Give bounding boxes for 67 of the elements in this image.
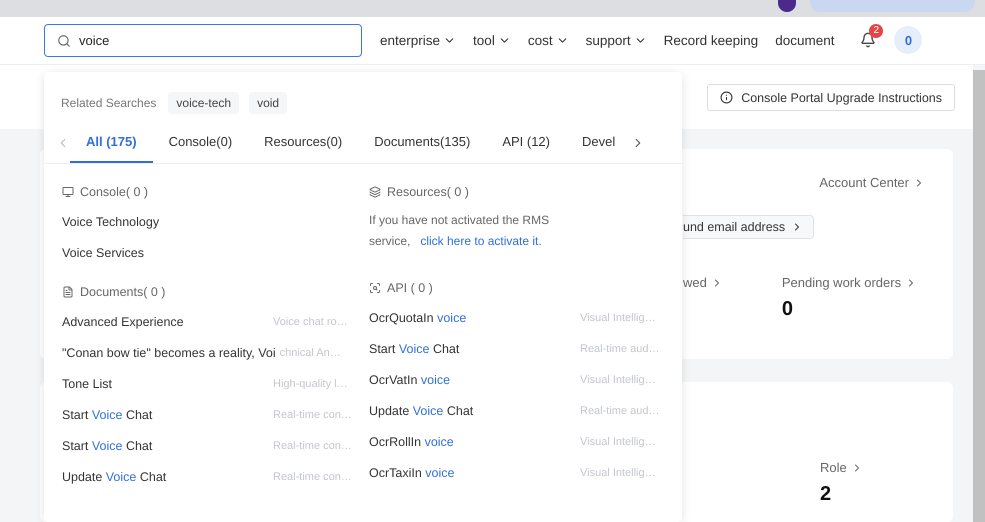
nav-menu[interactable]: tool [473, 32, 511, 48]
result-title[interactable]: OcrRollIn voice [369, 434, 454, 448]
result-description: Real-time con… [273, 470, 353, 482]
result-description: Visual Intellig… [580, 374, 657, 386]
result-title[interactable]: Update Voice Chat [62, 470, 166, 484]
search-icon [57, 34, 71, 48]
role-count: 2 [820, 483, 832, 506]
result-title[interactable]: Voice Technology [62, 214, 160, 228]
result-description: Voice chat ro… [273, 316, 349, 328]
related-searches-label: Related Searches [61, 96, 156, 110]
result-description: chnical An… [280, 346, 342, 358]
pending-orders-link[interactable]: Pending work orders [782, 275, 918, 290]
related-search-chip[interactable]: voice-tech [168, 92, 240, 114]
nav-link[interactable]: document [775, 32, 834, 48]
user-avatar[interactable]: 0 [894, 26, 922, 54]
category-tab[interactable]: All (175) [70, 122, 153, 163]
notice-text: If you have not activated the RMS service, click here to activate it. [369, 212, 550, 250]
category-tab[interactable]: Documents(135) [358, 122, 486, 163]
category-tab[interactable]: Resources(0) [248, 122, 358, 163]
category-tab[interactable]: API (12) [486, 122, 566, 163]
scrollbar[interactable] [973, 70, 985, 522]
result-title[interactable]: Start Voice Chat [62, 438, 152, 452]
result-title[interactable]: OcrQuotaIn voice [369, 310, 466, 324]
result-title[interactable]: OcrVatIn voice [369, 372, 450, 386]
result-description: Real-time con… [273, 408, 353, 420]
profile-icon[interactable] [778, 0, 796, 12]
nav-menu[interactable]: cost [528, 32, 569, 48]
result-description: Visual Intellig… [580, 312, 657, 324]
result-description: Real-time con… [273, 440, 353, 452]
search-field[interactable]: voice [44, 24, 362, 57]
related-search-chip[interactable]: void [249, 92, 288, 114]
category-tab[interactable]: Devel [566, 122, 632, 163]
result-title[interactable]: Start Voice Chat [62, 408, 152, 422]
section-title: Documents( 0 ) [80, 285, 166, 299]
section-title: API ( 0 ) [387, 281, 433, 295]
result-description: Visual Intellig… [580, 466, 657, 478]
stat-link[interactable]: wed [683, 275, 723, 290]
result-description: High-quality l… [273, 378, 349, 390]
document-icon [62, 286, 74, 298]
scan-icon [369, 282, 381, 294]
layers-icon [369, 186, 381, 198]
result-title[interactable]: Voice Services [62, 246, 144, 260]
result-title[interactable]: Update Voice Chat [369, 404, 474, 418]
section-title: Resources( 0 ) [387, 185, 469, 199]
info-icon [720, 91, 734, 104]
section-title: Console( 0 ) [80, 185, 148, 199]
result-title[interactable]: Tone List [62, 376, 112, 390]
result-description: Visual Intellig… [580, 436, 657, 448]
result-title[interactable]: "Conan bow tie" becomes a reality, Voi [62, 346, 276, 360]
category-tab[interactable]: Console(0) [152, 122, 248, 163]
notification-icon[interactable] [860, 32, 876, 48]
notification-badge: 2 [869, 24, 884, 38]
pending-orders-count: 0 [782, 298, 794, 321]
nav-menu[interactable]: enterprise [380, 32, 456, 48]
account-center-link[interactable]: Account Center [819, 175, 925, 190]
result-title[interactable]: Advanced Experience [62, 314, 184, 328]
activate-link[interactable]: click here to activate it. [420, 234, 542, 248]
role-link[interactable]: Role [820, 460, 863, 475]
nav-menu[interactable]: support [586, 32, 647, 48]
monitor-icon [62, 186, 74, 198]
email-address-button[interactable]: und email address [683, 215, 814, 239]
result-description: Real-time aud… [580, 342, 660, 354]
result-title[interactable]: OcrTaxiIn voice [369, 466, 454, 480]
nav-link[interactable]: Record keeping [664, 32, 758, 48]
result-title[interactable]: Start Voice Chat [369, 342, 460, 356]
result-description: Real-time aud… [580, 404, 660, 416]
upgrade-instructions-button[interactable]: Console Portal Upgrade Instructions [707, 84, 955, 111]
